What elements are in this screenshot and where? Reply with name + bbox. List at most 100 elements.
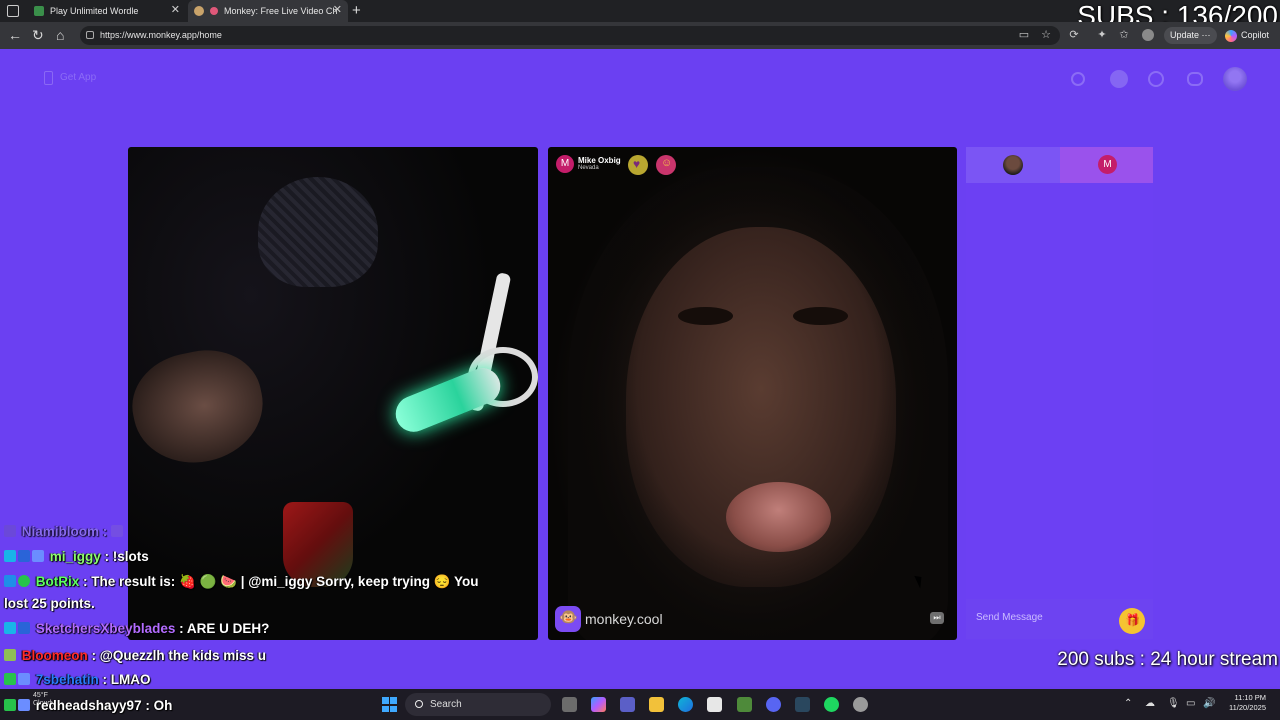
- volume-icon[interactable]: 🔊: [1203, 698, 1215, 710]
- coin-icon[interactable]: [1110, 70, 1128, 88]
- display-icon[interactable]: ▭: [1186, 698, 1195, 710]
- gift-icon[interactable]: [1119, 608, 1145, 634]
- taskbar-clock[interactable]: 11:10 PM 11/20/2025: [1222, 693, 1266, 713]
- close-tab-icon[interactable]: ✕: [333, 5, 342, 16]
- streamer-face: [128, 339, 274, 475]
- obs-icon[interactable]: [853, 697, 868, 712]
- chat-username: Niamibloom: [21, 524, 100, 539]
- steam-icon[interactable]: [795, 697, 810, 712]
- remote-user-avatar: M: [556, 155, 574, 173]
- get-app-label: Get App: [60, 72, 97, 83]
- extensions-icon[interactable]: ✦: [1096, 29, 1108, 41]
- extensions-refresh-icon[interactable]: ⟳: [1068, 29, 1080, 41]
- windows-taskbar: 45°F Cloudy Search ⌃ ☁ 🎙 ▭ 🔊 11:10 PM 11…: [0, 689, 1280, 720]
- badge-icon: [18, 550, 30, 562]
- badge-icon: [18, 622, 30, 634]
- address-bar-row: ← ↻ ⌂ https://www.monkey.app/home ▭ ☆ ⟳ …: [0, 22, 1280, 49]
- chat-username: BotRix: [35, 574, 80, 589]
- chat-message: @Quezzlh the kids miss u: [99, 648, 266, 663]
- messages-icon[interactable]: [1187, 72, 1203, 86]
- tab-wordle[interactable]: Play Unlimited Wordle ✕: [28, 0, 186, 22]
- microphone-icon[interactable]: 🎙: [1167, 698, 1180, 710]
- clock-date: 11/20/2025: [1229, 703, 1266, 712]
- remote-user-name: Mike Oxbig: [578, 156, 621, 165]
- user-avatar[interactable]: [1223, 67, 1247, 91]
- chat-tab-self[interactable]: [966, 147, 1060, 183]
- stream-chat-line: BotRix : The result is: 🍓 🟢 🍉 | @mi_iggy…: [4, 571, 479, 593]
- store-icon[interactable]: [707, 697, 722, 712]
- remote-user-location: Nevada: [578, 165, 599, 171]
- stream-chat-line: 7sbehatin : LMAO: [4, 669, 151, 691]
- search-label: Search: [430, 699, 462, 710]
- verified-icon: [18, 575, 30, 587]
- favorite-star-icon[interactable]: ☆: [1040, 29, 1052, 41]
- badge-icon: [4, 550, 16, 562]
- back-arrow-icon[interactable]: ←: [8, 28, 22, 42]
- update-label: Update: [1170, 30, 1200, 40]
- brand-text: monkey.cool: [585, 611, 663, 627]
- badge-icon: [4, 622, 16, 634]
- start-windows-icon[interactable]: [382, 697, 397, 712]
- hoodie: [568, 167, 948, 640]
- chat-message: LMAO: [110, 672, 151, 687]
- new-tab-plus-icon[interactable]: +: [352, 2, 361, 19]
- site-info-icon[interactable]: [86, 31, 94, 39]
- spotify-icon[interactable]: [824, 697, 839, 712]
- local-video: [128, 147, 538, 640]
- copilot-icon: [1225, 30, 1237, 42]
- send-message-input[interactable]: [974, 607, 1114, 627]
- update-button[interactable]: Update ⋯: [1164, 27, 1217, 44]
- edge-browser-icon[interactable]: [678, 697, 693, 712]
- copilot-button[interactable]: Copilot: [1225, 27, 1269, 44]
- profile-avatar-icon[interactable]: [1142, 29, 1154, 41]
- badge-icon: [18, 699, 30, 711]
- badge-icon: [18, 673, 30, 685]
- url-text: https://www.monkey.app/home: [100, 30, 222, 40]
- badge-icon: [4, 649, 16, 661]
- chat-username: redheadshayy97: [35, 698, 142, 713]
- history-clock-icon[interactable]: [1148, 71, 1164, 87]
- wordle-favicon-icon: [34, 6, 44, 16]
- home-icon[interactable]: ⌂: [56, 28, 64, 42]
- favorites-icon[interactable]: ✩: [1118, 29, 1130, 41]
- self-avatar: [1003, 155, 1023, 175]
- chat-username: Bloomeon: [21, 648, 88, 663]
- chat-panel: M: [966, 147, 1153, 640]
- copilot-app-icon[interactable]: [591, 697, 606, 712]
- task-view-icon[interactable]: [562, 697, 577, 712]
- stream-chat-line: Bloomeon : @Quezzlh the kids miss u: [4, 645, 266, 667]
- window-menu-icon[interactable]: [7, 5, 19, 17]
- sub-goal-text: 200 subs : 24 hour stream: [1057, 649, 1278, 670]
- close-tab-icon[interactable]: ✕: [171, 5, 180, 16]
- heart-badge-icon: [628, 155, 648, 175]
- chat-username: mi_iggy: [49, 549, 101, 564]
- skip-icon[interactable]: ⏭: [930, 612, 944, 624]
- chat-message: ARE U DEH?: [186, 621, 270, 636]
- get-app-link[interactable]: Get App: [44, 71, 96, 85]
- hanging-cloth: [258, 177, 378, 287]
- game-app-icon[interactable]: [737, 697, 752, 712]
- chat-username: SketchersXbeyblades: [35, 621, 176, 636]
- monkey-logo-icon: [555, 606, 581, 632]
- search-icon[interactable]: [1071, 72, 1085, 86]
- send-message-bar: [966, 599, 1153, 639]
- teams-icon[interactable]: [620, 697, 635, 712]
- discord-icon[interactable]: [766, 697, 781, 712]
- cast-icon[interactable]: ▭: [1018, 29, 1030, 41]
- tab-monkey[interactable]: Monkey: Free Live Video Ch ✕: [188, 0, 348, 22]
- glowing-microphone: [390, 362, 506, 438]
- taskbar-search[interactable]: Search: [405, 693, 551, 716]
- remote-avatar: M: [1098, 155, 1117, 174]
- stream-chat-line: redheadshayy97 : Oh: [4, 695, 172, 717]
- url-field[interactable]: https://www.monkey.app/home: [80, 26, 1060, 45]
- chat-message: Oh: [153, 698, 173, 713]
- phone-icon: [44, 71, 53, 85]
- search-icon: [415, 700, 423, 708]
- tray-chevron-icon[interactable]: ⌃: [1124, 698, 1132, 710]
- file-explorer-icon[interactable]: [649, 697, 664, 712]
- refresh-icon[interactable]: ↻: [32, 28, 44, 42]
- chat-message: The result is: 🍓 🟢 🍉 | @mi_iggy Sorry, k…: [91, 574, 479, 589]
- onedrive-cloud-icon[interactable]: ☁: [1145, 698, 1155, 710]
- stream-chat-line: SketchersXbeyblades : ARE U DEH?: [4, 618, 269, 640]
- chat-tab-remote[interactable]: M: [1060, 147, 1153, 183]
